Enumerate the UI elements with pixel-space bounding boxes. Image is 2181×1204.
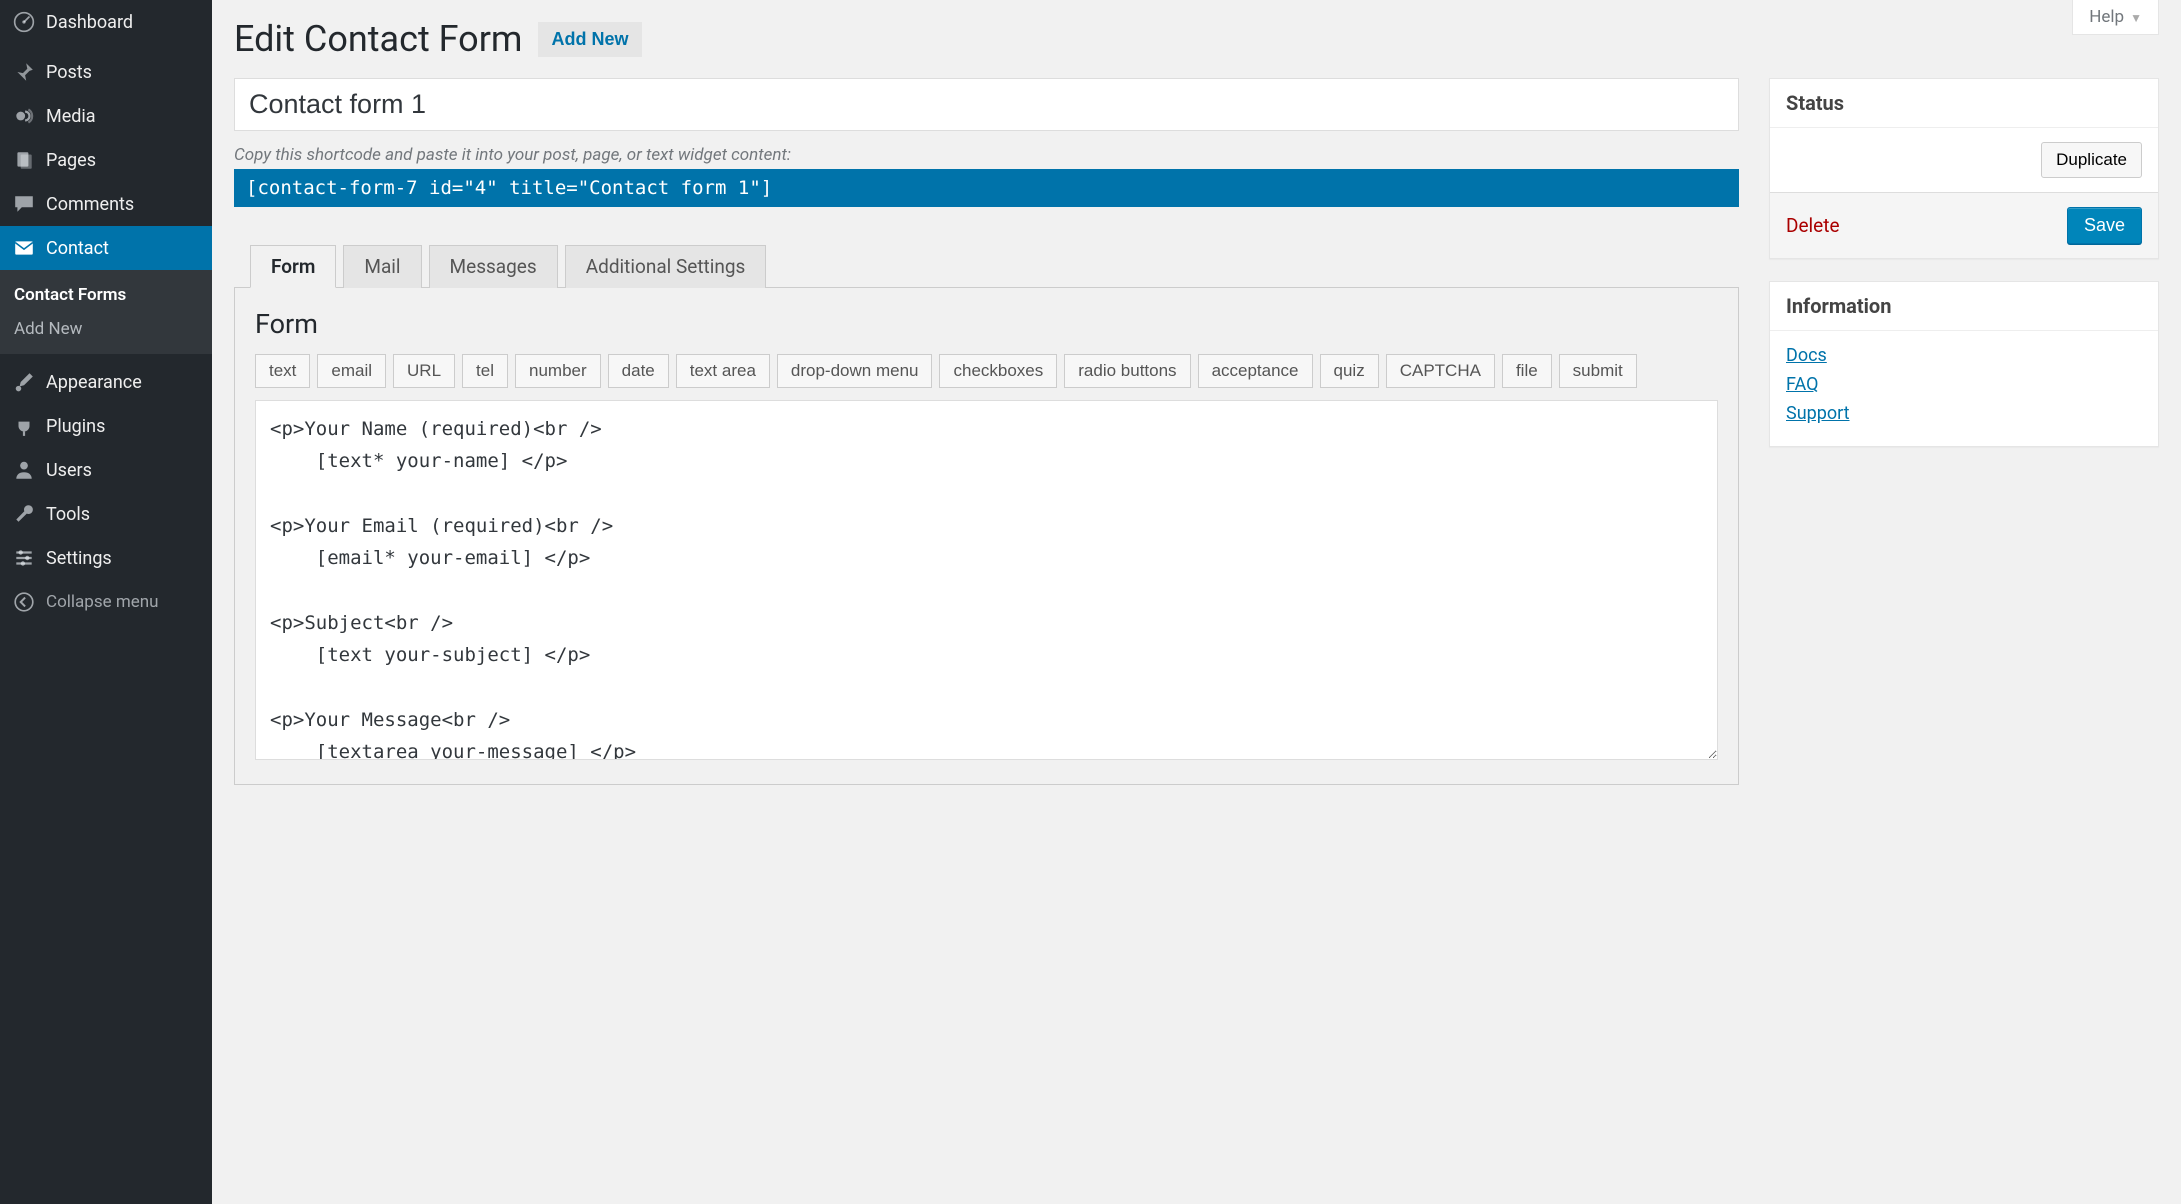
wrench-icon [12,502,36,526]
tag-btn-textarea[interactable]: text area [676,354,770,388]
dashboard-icon [12,10,36,34]
main-content: Help ▼ Edit Contact Form Add New Copy thi… [212,0,2181,1204]
save-button[interactable]: Save [2067,207,2142,244]
tag-generator-buttons: text email URL tel number date text area… [255,354,1718,388]
sidebar-submenu: Contact Forms Add New [0,270,212,354]
tag-btn-submit[interactable]: submit [1559,354,1637,388]
tag-btn-checkboxes[interactable]: checkboxes [939,354,1057,388]
sidebar-item-label: Plugins [46,416,105,437]
page-title: Edit Contact Form [234,18,522,60]
form-content-textarea[interactable] [255,400,1718,760]
chevron-down-icon: ▼ [2130,11,2142,25]
info-link-faq[interactable]: FAQ [1786,374,2142,395]
tag-btn-url[interactable]: URL [393,354,455,388]
media-icon [12,104,36,128]
envelope-icon [12,236,36,260]
sidebar-item-label: Tools [46,504,90,525]
tag-btn-text[interactable]: text [255,354,310,388]
collapse-label: Collapse menu [46,592,159,612]
plug-icon [12,414,36,438]
info-link-docs[interactable]: Docs [1786,345,2142,366]
pages-icon [12,148,36,172]
add-new-button[interactable]: Add New [538,22,641,57]
sidebar-item-users[interactable]: Users [0,448,212,492]
sidebar-item-plugins[interactable]: Plugins [0,404,212,448]
sidebar-item-label: Media [46,106,96,127]
tag-btn-radio[interactable]: radio buttons [1064,354,1190,388]
shortcode-box[interactable]: [contact-form-7 id="4" title="Contact fo… [234,169,1739,207]
sidebar-item-label: Posts [46,62,92,83]
status-metabox: Status Duplicate Delete Save [1769,78,2159,259]
sidebar-item-contact[interactable]: Contact [0,226,212,270]
status-heading: Status [1770,79,2158,128]
admin-sidebar: Dashboard Posts Media Pages Comments Con… [0,0,212,1204]
user-icon [12,458,36,482]
info-link-support[interactable]: Support [1786,403,2142,424]
delete-link[interactable]: Delete [1786,214,1840,237]
editor-tabs: Form Mail Messages Additional Settings [234,245,1739,288]
shortcode-hint: Copy this shortcode and paste it into yo… [234,145,1739,165]
tab-additional-settings[interactable]: Additional Settings [565,245,767,288]
sidebar-item-tools[interactable]: Tools [0,492,212,536]
sidebar-item-pages[interactable]: Pages [0,138,212,182]
sidebar-item-posts[interactable]: Posts [0,50,212,94]
tag-btn-dropdown[interactable]: drop-down menu [777,354,933,388]
sidebar-item-appearance[interactable]: Appearance [0,360,212,404]
sidebar-item-settings[interactable]: Settings [0,536,212,580]
pin-icon [12,60,36,84]
form-panel: Form text email URL tel number date text… [234,287,1739,785]
collapse-menu[interactable]: Collapse menu [0,580,212,624]
sidebar-sub-contact-forms[interactable]: Contact Forms [0,278,212,312]
tag-btn-tel[interactable]: tel [462,354,508,388]
sidebar-item-dashboard[interactable]: Dashboard [0,0,212,44]
tab-form[interactable]: Form [250,245,336,288]
help-tab[interactable]: Help ▼ [2072,0,2159,35]
tag-btn-date[interactable]: date [608,354,669,388]
form-title-input[interactable] [234,78,1739,131]
tag-btn-email[interactable]: email [317,354,386,388]
sidebar-item-label: Comments [46,194,134,215]
sidebar-sub-add-new[interactable]: Add New [0,312,212,346]
tag-btn-quiz[interactable]: quiz [1320,354,1379,388]
sidebar-item-media[interactable]: Media [0,94,212,138]
sidebar-item-label: Pages [46,150,96,171]
sidebar-item-label: Users [46,460,92,481]
sidebar-item-comments[interactable]: Comments [0,182,212,226]
tag-btn-number[interactable]: number [515,354,601,388]
sidebar-item-label: Settings [46,548,112,569]
sliders-icon [12,546,36,570]
sidebar-item-label: Contact [46,238,109,259]
sidebar-item-label: Appearance [46,372,142,393]
form-panel-heading: Form [255,308,1718,340]
information-metabox: Information Docs FAQ Support [1769,281,2159,447]
information-heading: Information [1770,282,2158,331]
duplicate-button[interactable]: Duplicate [2041,142,2142,178]
sidebar-item-label: Dashboard [46,12,133,33]
brush-icon [12,370,36,394]
tab-mail[interactable]: Mail [343,245,421,288]
tag-btn-file[interactable]: file [1502,354,1552,388]
help-label: Help [2089,7,2124,27]
tag-btn-captcha[interactable]: CAPTCHA [1386,354,1495,388]
tab-messages[interactable]: Messages [429,245,558,288]
collapse-icon [12,590,36,614]
tag-btn-acceptance[interactable]: acceptance [1198,354,1313,388]
comment-icon [12,192,36,216]
